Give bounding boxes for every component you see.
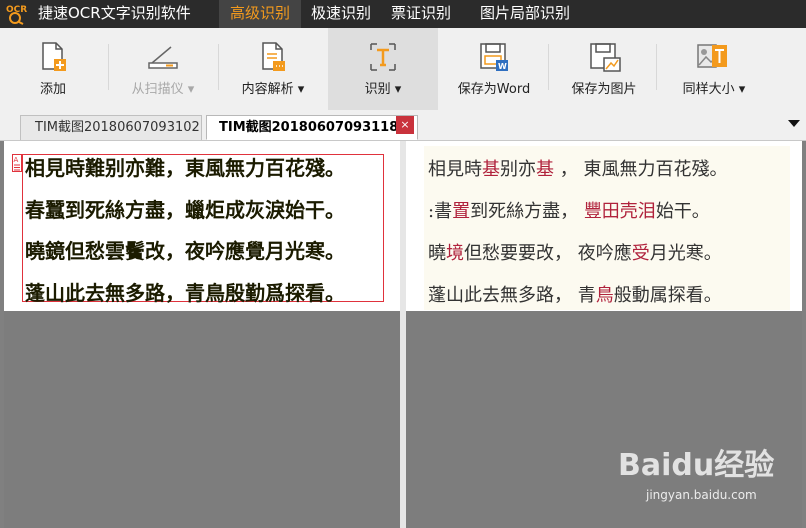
add-label: 添加 bbox=[39, 82, 66, 97]
toolbar-separator bbox=[656, 44, 657, 90]
result-segment: 蓬山此去無多路， 青 bbox=[428, 285, 596, 306]
result-segment: 曉 bbox=[428, 243, 446, 264]
pane-splitter[interactable] bbox=[400, 141, 406, 528]
tab-partial-image-recognition[interactable]: 图片局部识别 bbox=[470, 0, 580, 28]
result-segment: 始干。 bbox=[655, 201, 710, 222]
result-segment: 鳥 bbox=[595, 285, 614, 306]
tab-fast-recognition[interactable]: 极速识别 bbox=[304, 0, 378, 28]
result-line-2: :書置到死絲方盡， 豐田壳泪始干。 bbox=[428, 197, 710, 223]
result-segment: ， 東風無力百花殘。 bbox=[554, 159, 728, 180]
source-line-1: 相見時難别亦難，東風無力百花殘。 bbox=[25, 156, 345, 180]
svg-text:W: W bbox=[498, 62, 507, 71]
tab-ticket-recognition[interactable]: 票证识别 bbox=[384, 0, 458, 28]
save-image-icon bbox=[590, 43, 621, 72]
watermark-url: jingyan.baidu.com bbox=[646, 488, 757, 502]
result-segment: :書 bbox=[428, 201, 453, 222]
source-line-2: 春蠶到死絲方盡，蠟炬成灰淚始干。 bbox=[25, 198, 345, 222]
toolbar: 添加 从扫描仪 ▾ 内容解析 ▾ 识别 ▾ W 保存为Word 保存为图片 同样… bbox=[0, 28, 806, 111]
toolbar-separator bbox=[548, 44, 549, 90]
result-segment: 般動属探看。 bbox=[613, 285, 722, 306]
content-parse-icon bbox=[262, 42, 285, 71]
result-segment: 相見時 bbox=[428, 159, 482, 180]
region-marker[interactable]: A bbox=[12, 154, 22, 172]
result-segment: 但愁要要改， 夜吟應 bbox=[464, 243, 632, 264]
source-empty-area bbox=[4, 311, 400, 528]
doc-tab-inactive[interactable]: TIM截图20180607093102 bbox=[20, 115, 202, 140]
save-word-label: 保存为Word bbox=[457, 82, 531, 97]
scanner-icon bbox=[148, 46, 178, 69]
result-segment: 基 bbox=[482, 159, 500, 180]
svg-text:A: A bbox=[14, 156, 19, 164]
content-parse-label: 内容解析 ▾ bbox=[241, 82, 305, 97]
result-segment: 基 bbox=[536, 159, 554, 180]
ocr-logo-icon: OCR bbox=[6, 5, 27, 25]
result-line-1: 相見時基别亦基 ， 東風無力百花殘。 bbox=[428, 155, 727, 181]
toolbar-separator bbox=[108, 44, 109, 90]
save-word-button[interactable]: W 保存为Word bbox=[446, 28, 542, 110]
recognize-button[interactable]: 识别 ▾ bbox=[328, 28, 438, 110]
result-segment: 月光寒。 bbox=[649, 243, 722, 264]
result-segment: 到死絲方盡， bbox=[470, 201, 584, 222]
text-region-icon: A bbox=[14, 156, 20, 171]
toolbar-separator bbox=[218, 44, 219, 90]
tab-advanced-recognition[interactable]: 高级识别 bbox=[219, 0, 301, 28]
source-line-3: 曉鏡但愁雲鬢改，夜吟應覺月光寒。 bbox=[25, 239, 345, 263]
result-segment: 置 bbox=[452, 201, 471, 222]
doc-tab-active[interactable]: TIM截图20180607093118 bbox=[206, 115, 418, 140]
watermark-brand: Baidu经验 bbox=[618, 448, 775, 483]
same-size-icon bbox=[697, 44, 727, 68]
source-line-4: 蓬山此去無多路，青鳥殷勤爲探看。 bbox=[25, 281, 345, 305]
text-recognize-icon bbox=[370, 43, 396, 71]
scan-button[interactable]: 从扫描仪 ▾ bbox=[118, 28, 208, 110]
result-segment: 豐田壳泪 bbox=[583, 201, 656, 222]
app-title: 捷速OCR文字识别软件 bbox=[38, 4, 191, 22]
tab-list-dropdown-icon[interactable] bbox=[788, 120, 800, 127]
result-segment: 受 bbox=[631, 243, 650, 264]
result-line-4: 蓬山此去無多路， 青鳥般動属探看。 bbox=[428, 281, 722, 307]
add-button[interactable]: 添加 bbox=[10, 28, 96, 110]
same-size-button[interactable]: 同样大小 ▾ bbox=[664, 28, 764, 110]
add-file-icon bbox=[42, 42, 66, 71]
same-size-label: 同样大小 ▾ bbox=[682, 82, 746, 97]
recognize-label: 识别 ▾ bbox=[364, 82, 402, 97]
result-line-3: 曉境但愁要要改， 夜吟應受月光寒。 bbox=[428, 239, 722, 265]
content-parse-button[interactable]: 内容解析 ▾ bbox=[226, 28, 320, 110]
scan-label: 从扫描仪 ▾ bbox=[131, 82, 195, 97]
result-segment: 别亦 bbox=[500, 159, 536, 180]
save-image-label: 保存为图片 bbox=[571, 82, 637, 97]
save-word-icon: W bbox=[480, 43, 508, 71]
close-tab-button[interactable]: × bbox=[396, 116, 414, 134]
save-image-button[interactable]: 保存为图片 bbox=[558, 28, 650, 110]
result-segment: 境 bbox=[446, 243, 464, 264]
